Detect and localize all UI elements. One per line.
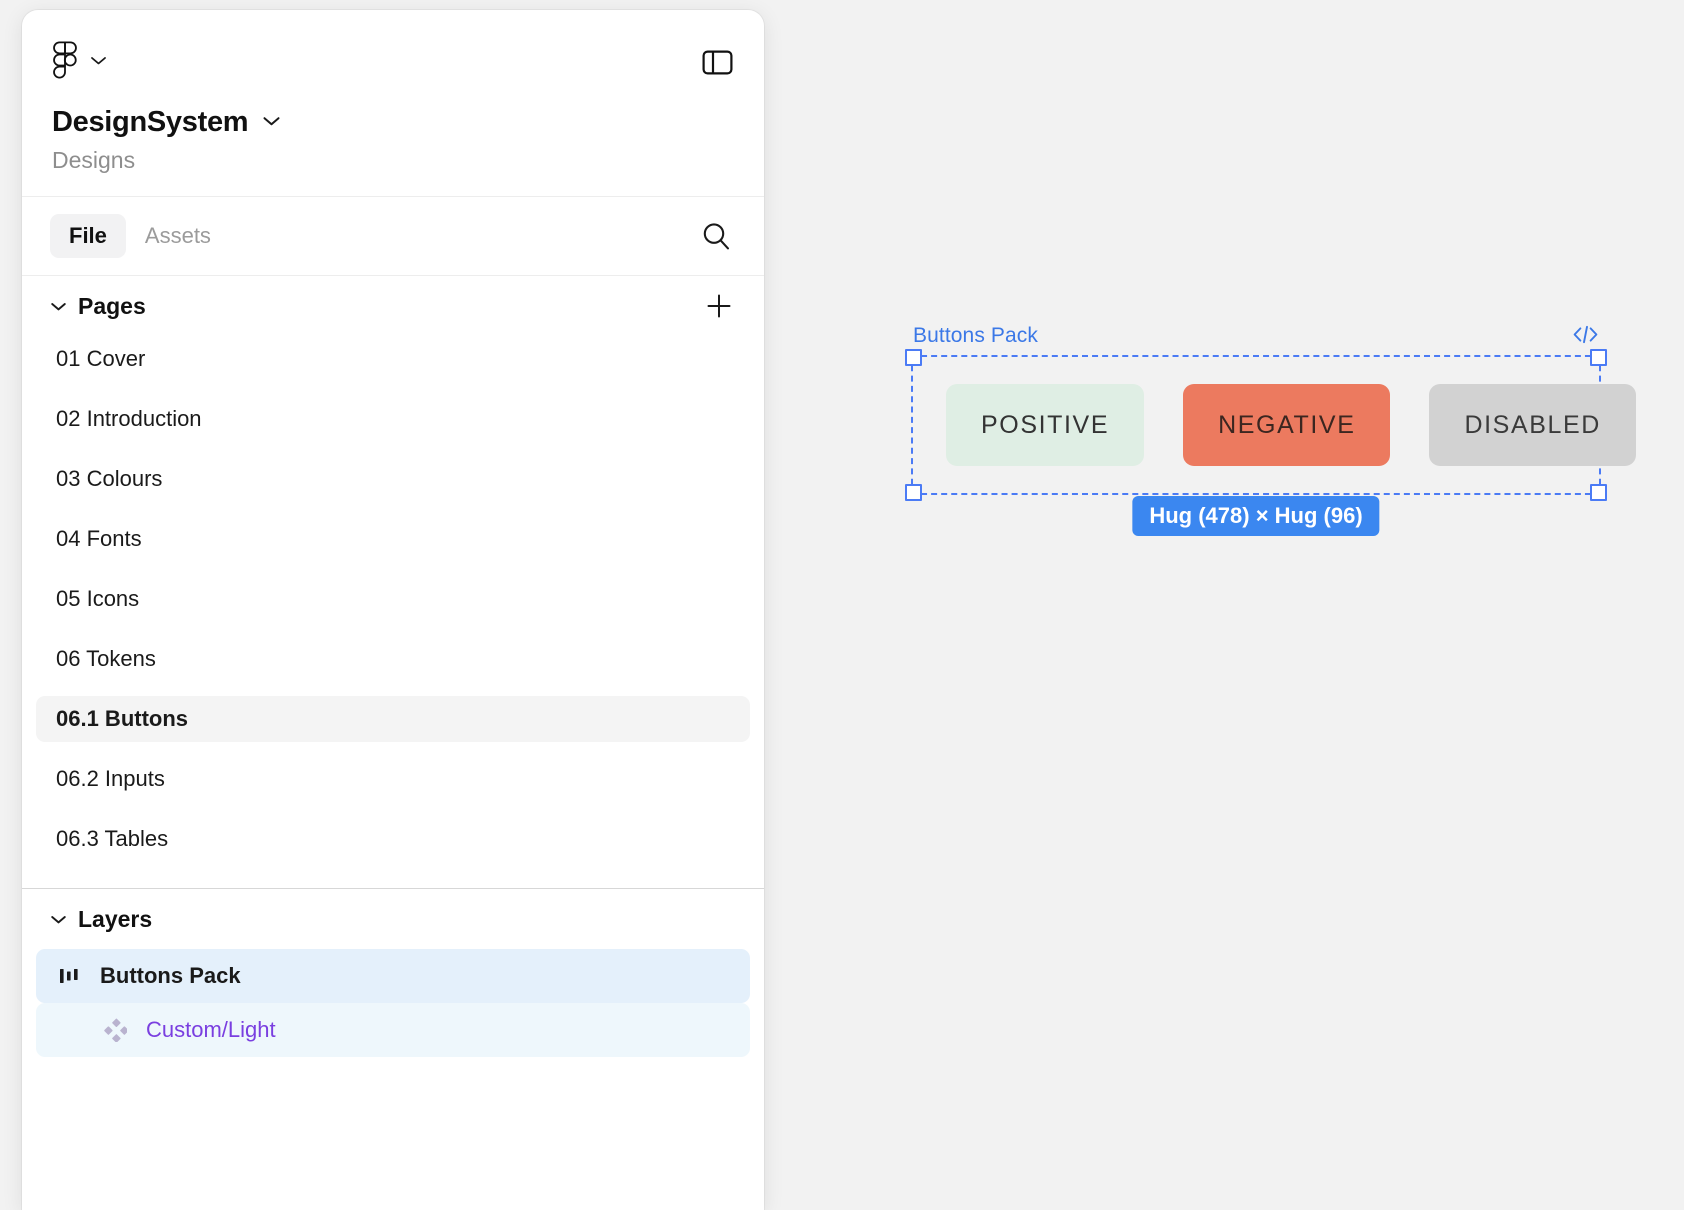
layers-list: Buttons Pack Custom/Light <box>22 949 764 1057</box>
auto-layout-horizontal-icon <box>52 965 86 987</box>
frame-header-row: Buttons Pack <box>911 318 1601 348</box>
resize-handle-bottom-right[interactable] <box>1590 484 1607 501</box>
page-item-06-4-graphs[interactable]: 06.4 Graphs <box>36 876 750 889</box>
page-item-01-cover[interactable]: 01 Cover <box>36 336 750 382</box>
sidebar-top-row <box>52 38 734 86</box>
pages-section: Pages 01 Cover 02 Introduction 03 Colour… <box>22 276 764 889</box>
plus-icon[interactable] <box>700 287 738 325</box>
tab-file[interactable]: File <box>50 214 126 258</box>
page-item-04-fonts[interactable]: 04 Fonts <box>36 516 750 562</box>
code-brackets-icon[interactable] <box>1572 325 1599 348</box>
button-negative[interactable]: NEGATIVE <box>1183 384 1390 466</box>
resize-handle-top-left[interactable] <box>905 349 922 366</box>
page-item-03-colours[interactable]: 03 Colours <box>36 456 750 502</box>
page-item-06-tokens[interactable]: 06 Tokens <box>36 636 750 682</box>
chevron-down-icon <box>90 53 107 71</box>
chevron-down-icon <box>262 114 281 132</box>
component-instance-icon <box>98 1018 132 1042</box>
frame-label[interactable]: Buttons Pack <box>913 324 1038 348</box>
resize-handle-bottom-left[interactable] <box>905 484 922 501</box>
tab-assets[interactable]: Assets <box>126 214 230 258</box>
button-disabled[interactable]: DISABLED <box>1429 384 1635 466</box>
page-item-02-introduction[interactable]: 02 Introduction <box>36 396 750 442</box>
layers-section-header[interactable]: Layers <box>22 889 764 949</box>
sidebar-tabs: File Assets <box>22 197 764 276</box>
pages-title: Pages <box>78 293 146 320</box>
buttons-pack-frame[interactable]: POSITIVE NEGATIVE DISABLED <box>911 355 1601 495</box>
sidebar-panel-toggle-icon[interactable] <box>700 45 734 79</box>
selected-frame-group: Buttons Pack POSITIVE NEGATIVE DISABLED … <box>911 318 1601 495</box>
file-name: DesignSystem <box>52 106 248 139</box>
page-item-06-3-tables[interactable]: 06.3 Tables <box>36 816 750 862</box>
layer-item-custom-light[interactable]: Custom/Light <box>36 1003 750 1057</box>
figma-logo-icon <box>52 41 78 84</box>
chevron-down-icon[interactable] <box>50 301 67 312</box>
page-item-06-1-buttons[interactable]: 06.1 Buttons <box>36 696 750 742</box>
layer-label: Custom/Light <box>146 1017 276 1043</box>
pages-list: 01 Cover 02 Introduction 03 Colours 04 F… <box>22 336 764 889</box>
size-badge: Hug (478) × Hug (96) <box>1132 496 1379 536</box>
file-title-row[interactable]: DesignSystem <box>52 106 734 139</box>
layers-title: Layers <box>78 906 152 933</box>
left-sidebar-panel: DesignSystem Designs File Assets <box>22 10 764 1210</box>
page-item-05-icons[interactable]: 05 Icons <box>36 576 750 622</box>
search-icon[interactable] <box>696 216 736 256</box>
chevron-down-icon[interactable] <box>50 914 67 925</box>
layers-section: Layers Buttons Pack <box>22 889 764 1210</box>
figma-app-window: DesignSystem Designs File Assets <box>0 0 1684 1188</box>
sidebar-header: DesignSystem Designs <box>22 10 764 197</box>
resize-handle-top-right[interactable] <box>1590 349 1607 366</box>
layer-item-buttons-pack[interactable]: Buttons Pack <box>36 949 750 1003</box>
button-positive[interactable]: POSITIVE <box>946 384 1144 466</box>
figma-menu-button[interactable] <box>52 41 107 84</box>
file-subtitle: Designs <box>52 147 734 196</box>
page-item-06-2-inputs[interactable]: 06.2 Inputs <box>36 756 750 802</box>
layer-label: Buttons Pack <box>100 963 241 989</box>
pages-section-header[interactable]: Pages <box>22 276 764 336</box>
